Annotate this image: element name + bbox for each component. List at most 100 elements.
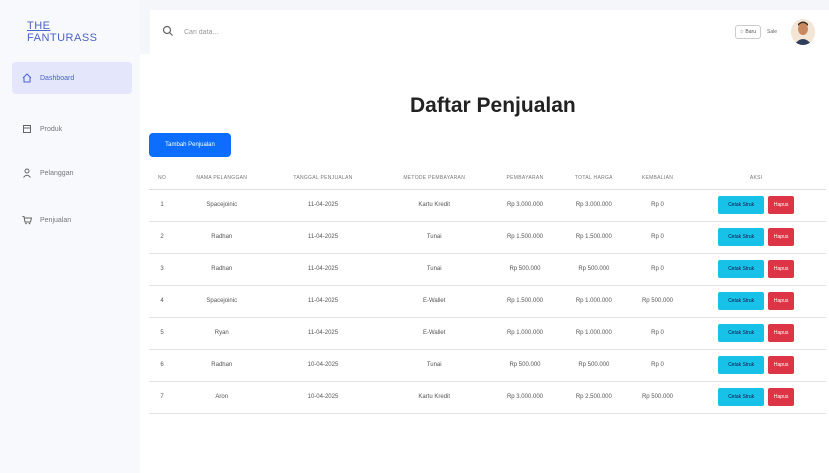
sales-table: No Nama Pelanggan Tanggal Penjualan Meto… xyxy=(149,167,826,414)
cetak-struk-button[interactable]: Cetak Struk xyxy=(718,292,765,310)
hapus-button[interactable]: Hapus xyxy=(768,324,795,342)
cell-metode: Tunai xyxy=(377,221,491,254)
sidebar: THE FANTURASS Dashboard Produk Pelanggan xyxy=(0,0,140,473)
page-title: Daftar Penjualan xyxy=(410,94,576,117)
table-row: 7 Aron 10-04-2025 Kartu Kredit Rp 3.000.… xyxy=(149,381,826,414)
cell-pembayaran: Rp 1.500.000 xyxy=(490,221,559,254)
sidebar-item-produk[interactable]: Produk xyxy=(12,113,132,145)
cell-no: 7 xyxy=(149,381,175,414)
cell-total: Rp 1.000.000 xyxy=(558,285,629,318)
cell-tanggal: 11-04-2025 xyxy=(268,285,378,318)
cell-metode: Kartu Kredit xyxy=(377,189,491,222)
hapus-button[interactable]: Hapus xyxy=(768,260,795,278)
topbar: ☆ Baru Sale xyxy=(150,10,829,54)
table-row: 6 Radhan 10-04-2025 Tunai Rp 500.000 Rp … xyxy=(149,349,826,382)
cell-pelanggan: Aron xyxy=(175,381,269,414)
app-window: THE FANTURASS Dashboard Produk Pelanggan xyxy=(0,0,829,473)
theme-toggle-label: Baru xyxy=(745,29,756,35)
cell-tanggal: 11-04-2025 xyxy=(268,221,378,254)
column-header: No xyxy=(149,167,175,190)
cell-metode: E-Wallet xyxy=(377,285,491,318)
sidebar-item-pelanggan[interactable]: Pelanggan xyxy=(12,157,132,189)
cell-total: Rp 500.000 xyxy=(558,349,629,382)
hapus-button[interactable]: Hapus xyxy=(768,388,795,406)
cell-no: 5 xyxy=(149,317,175,350)
cell-metode: Tunai xyxy=(377,253,491,286)
search-icon[interactable] xyxy=(162,24,176,38)
cell-no: 4 xyxy=(149,285,175,318)
hapus-button[interactable]: Hapus xyxy=(768,356,795,374)
cell-kembalian: Rp 0 xyxy=(628,349,687,382)
column-header: Metode Pembayaran xyxy=(377,167,491,190)
cell-metode: E-Wallet xyxy=(377,317,491,350)
cell-total: Rp 2.500.000 xyxy=(558,381,629,414)
cell-pelanggan: Radhan xyxy=(175,221,269,254)
cell-tanggal: 11-04-2025 xyxy=(268,253,378,286)
table-row: 4 Spacejoinic 11-04-2025 E-Wallet Rp 1.5… xyxy=(149,285,826,318)
brand-line-1: THE xyxy=(27,20,51,32)
star-icon: ☆ xyxy=(739,29,745,35)
cell-metode: Tunai xyxy=(377,349,491,382)
cell-tanggal: 10-04-2025 xyxy=(268,349,378,382)
cell-pelanggan: Spacejoinic xyxy=(175,285,269,318)
table-row: 1 Spacejoinic 11-04-2025 Kartu Kredit Rp… xyxy=(149,189,826,222)
cell-pembayaran: Rp 500.000 xyxy=(490,349,559,382)
cell-aksi: Cetak Struk Hapus xyxy=(686,317,826,350)
cell-pembayaran: Rp 3.000.000 xyxy=(490,189,559,222)
cell-kembalian: Rp 0 xyxy=(628,317,687,350)
cell-kembalian: Rp 0 xyxy=(628,221,687,254)
cell-aksi: Cetak Struk Hapus xyxy=(686,189,826,222)
cell-pembayaran: Rp 1.500.000 xyxy=(490,285,559,318)
cell-total: Rp 1.500.000 xyxy=(558,221,629,254)
cell-no: 6 xyxy=(149,349,175,382)
brand-line-2: FANTURASS xyxy=(27,32,98,44)
user-label[interactable]: Sale xyxy=(767,29,777,35)
table-row: 3 Radhan 11-04-2025 Tunai Rp 500.000 Rp … xyxy=(149,253,826,286)
column-header: Pembayaran xyxy=(490,167,559,190)
cart-icon xyxy=(20,215,34,225)
table-row: 2 Radhan 11-04-2025 Tunai Rp 1.500.000 R… xyxy=(149,221,826,254)
brand-logo[interactable]: THE FANTURASS xyxy=(27,20,98,44)
cell-total: Rp 1.000.000 xyxy=(558,317,629,350)
cell-pembayaran: Rp 500.000 xyxy=(490,253,559,286)
home-icon xyxy=(20,73,34,83)
cell-kembalian: Rp 500.000 xyxy=(628,285,687,318)
cell-metode: Kartu Kredit xyxy=(377,381,491,414)
cell-kembalian: Rp 500.000 xyxy=(628,381,687,414)
hapus-button[interactable]: Hapus xyxy=(768,292,795,310)
column-header: Nama Pelanggan xyxy=(175,167,269,190)
box-icon xyxy=(20,124,34,134)
cell-no: 3 xyxy=(149,253,175,286)
cetak-struk-button[interactable]: Cetak Struk xyxy=(718,324,765,342)
user-icon xyxy=(20,168,34,178)
topbar-actions: ☆ Baru Sale xyxy=(734,19,815,45)
cell-aksi: Cetak Struk Hapus xyxy=(686,285,826,318)
cell-aksi: Cetak Struk Hapus xyxy=(686,221,826,254)
hapus-button[interactable]: Hapus xyxy=(768,196,795,214)
cetak-struk-button[interactable]: Cetak Struk xyxy=(718,228,765,246)
sidebar-item-penjualan[interactable]: Penjualan xyxy=(12,204,132,236)
column-header: Aksi xyxy=(686,167,826,190)
add-penjualan-button[interactable]: Tambah Penjualan xyxy=(149,133,231,157)
cell-tanggal: 10-04-2025 xyxy=(268,381,378,414)
column-header: Kembalian xyxy=(628,167,687,190)
sidebar-item-dashboard[interactable]: Dashboard xyxy=(12,62,132,94)
cetak-struk-button[interactable]: Cetak Struk xyxy=(718,260,765,278)
cell-pelanggan: Ryan xyxy=(175,317,269,350)
avatar[interactable] xyxy=(791,19,815,45)
column-header: Tanggal Penjualan xyxy=(268,167,378,190)
theme-toggle-button[interactable]: ☆ Baru xyxy=(734,25,761,39)
hapus-button[interactable]: Hapus xyxy=(768,228,795,246)
sidebar-item-label: Penjualan xyxy=(40,216,72,224)
cetak-struk-button[interactable]: Cetak Struk xyxy=(718,196,765,214)
cell-pelanggan: Spacejoinic xyxy=(175,189,269,222)
cell-tanggal: 11-04-2025 xyxy=(268,189,378,222)
cell-aksi: Cetak Struk Hapus xyxy=(686,349,826,382)
cell-total: Rp 3.000.000 xyxy=(558,189,629,222)
cetak-struk-button[interactable]: Cetak Struk xyxy=(718,388,765,406)
cetak-struk-button[interactable]: Cetak Struk xyxy=(718,356,765,374)
cell-kembalian: Rp 0 xyxy=(628,253,687,286)
column-header: Total Harga xyxy=(558,167,629,190)
search-input[interactable] xyxy=(184,23,384,41)
cell-pembayaran: Rp 3.000.000 xyxy=(490,381,559,414)
